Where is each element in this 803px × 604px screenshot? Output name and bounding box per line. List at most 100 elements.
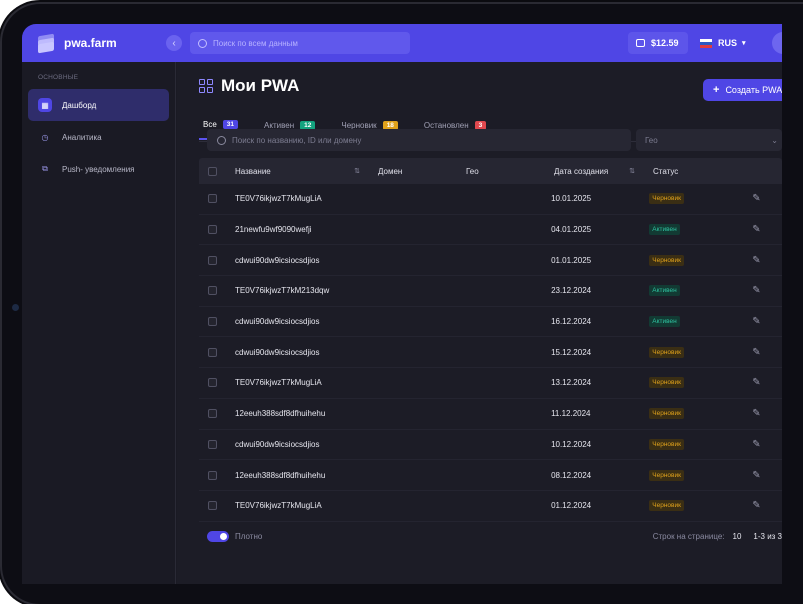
row-checkbox[interactable] [208, 286, 217, 296]
status-badge: Черновик [649, 377, 684, 389]
language-label: RUS [718, 38, 738, 48]
table-row[interactable]: TE0V76ikjwzT7kMugLiA 01.12.2024 Черновик ✎ [199, 491, 782, 522]
table-row[interactable]: cdwui90dw9icsiocsdjios 15.12.2024 Черновик… [199, 337, 782, 369]
pwa-name: cdwui90dw9icsiocsdjios [235, 439, 320, 449]
table-row[interactable]: 21newfu9wf9090wefji 04.01.2025 Активен ✎ [199, 215, 782, 246]
pwa-name: cdwui90dw9icsiocsdjios [235, 255, 320, 265]
column-label: Домен [378, 166, 403, 176]
pwa-search-input[interactable]: Поиск по названию, ID или домену [207, 129, 631, 151]
sidebar-item-analytics[interactable]: ◷ Аналитика [28, 121, 169, 153]
pwa-name: TE0V76ikjwzT7kMugLiA [235, 194, 322, 204]
status-badge: Черновик [649, 469, 684, 481]
select-all-checkbox[interactable] [208, 166, 217, 176]
dashboard-icon: ▦ [38, 98, 52, 112]
geo-select[interactable]: Гео ⌄ [636, 129, 782, 151]
pwa-created-date: 01.12.2024 [551, 501, 592, 511]
edit-icon[interactable]: ✎ [752, 347, 782, 358]
status-badge: Черновик [649, 254, 684, 266]
pwa-created-date: 10.01.2025 [551, 194, 592, 204]
row-checkbox[interactable] [208, 378, 217, 388]
camera [12, 304, 19, 311]
table-row[interactable]: 12eeuh388sdf8dfhuihehu 08.12.2024 Черновик… [199, 460, 782, 491]
row-checkbox[interactable] [208, 501, 217, 511]
pwa-created-date: 16.12.2024 [551, 317, 592, 327]
dense-toggle[interactable] [207, 530, 229, 542]
table-row[interactable]: cdwui90dw9icsiocsdjios 16.12.2024 Активен ✎ [199, 307, 782, 338]
create-pwa-label: Создать PWA [725, 85, 782, 95]
edit-icon[interactable]: ✎ [752, 316, 782, 327]
rows-per-page-label: Строк на странице: [652, 531, 725, 541]
sidebar-item-label: Push- уведомления [62, 164, 135, 174]
sidebar-item-push[interactable]: ⧉ Push- уведомления [28, 153, 169, 185]
edit-icon[interactable]: ✎ [752, 500, 782, 511]
tab-count-badge: 31 [222, 119, 239, 129]
edit-icon[interactable]: ✎ [752, 224, 782, 235]
page-title: Мои PWA [221, 76, 300, 95]
logo[interactable]: pwa.farm [36, 33, 164, 54]
rows-per-page-select[interactable]: 10 [733, 532, 742, 541]
sort-icon: ⇅ [629, 168, 635, 175]
pwa-name: cdwui90dw9icsiocsdjios [235, 317, 320, 327]
column-date[interactable]: Дата создания ⇅ [554, 167, 653, 176]
pwa-table: Название ⇅ Домен Гео Дата создания ⇅ Стату… [199, 158, 782, 522]
plus-icon: + [713, 84, 720, 96]
table-footer: Плотно Строк на странице: 10 1-3 из 3 [199, 526, 782, 546]
pwa-name: TE0V76ikjwzT7kMugLiA [235, 378, 322, 388]
pwa-created-date: 11.12.2024 [551, 409, 591, 419]
russia-flag-icon [700, 38, 712, 48]
sidebar-section-label: ОСНОВНЫЕ [38, 74, 79, 81]
pwa-created-date: 10.12.2024 [551, 439, 592, 449]
row-checkbox[interactable] [208, 317, 217, 327]
row-checkbox[interactable] [208, 255, 217, 265]
pwa-created-date: 08.12.2024 [551, 470, 592, 480]
balance-button[interactable]: $12.59 [628, 32, 688, 54]
global-search-placeholder: Поиск по всем данным [213, 38, 298, 48]
chevron-left-icon: ‹ [172, 37, 176, 49]
row-checkbox[interactable] [208, 470, 217, 480]
table-header: Название ⇅ Домен Гео Дата создания ⇅ Стату… [199, 158, 782, 184]
status-badge: Активен [649, 285, 680, 297]
sidebar: ОСНОВНЫЕ ▦ Дашборд ◷ Аналитика ⧉ Push- у… [22, 62, 176, 584]
status-cell: Черновик [649, 438, 752, 450]
sidebar-item-label: Аналитика [62, 132, 102, 142]
column-geo: Гео [466, 167, 554, 176]
row-checkbox[interactable] [208, 225, 217, 235]
status-cell: Активен [649, 316, 752, 328]
edit-icon[interactable]: ✎ [752, 408, 782, 419]
wallet-icon [636, 39, 645, 47]
edit-icon[interactable]: ✎ [752, 193, 782, 204]
sidebar-item-dashboard[interactable]: ▦ Дашборд [28, 89, 169, 121]
table-row[interactable]: 12eeuh388sdf8dfhuihehu 11.12.2024 Черновик… [199, 399, 782, 430]
avatar[interactable] [772, 32, 782, 54]
edit-icon[interactable]: ✎ [752, 470, 782, 481]
status-cell: Черновик [649, 469, 752, 481]
create-pwa-button[interactable]: + Создать PWA [703, 79, 782, 101]
table-row[interactable]: cdwui90dw9icsiocsdjios 01.01.2025 Черновик… [199, 245, 782, 277]
table-row[interactable]: cdwui90dw9icsiocsdjios 10.12.2024 Черновик… [199, 430, 782, 461]
collapse-sidebar-button[interactable]: ‹ [166, 35, 182, 51]
edit-icon[interactable]: ✎ [752, 439, 782, 450]
table-row[interactable]: TE0V76ikjwzT7kM213dqw 23.12.2024 Активен ✎ [199, 276, 782, 307]
edit-icon[interactable]: ✎ [752, 285, 782, 296]
pwa-name: TE0V76ikjwzT7kM213dqw [235, 286, 330, 296]
edit-icon[interactable]: ✎ [752, 377, 782, 388]
pwa-name: TE0V76ikjwzT7kMugLiA [235, 501, 322, 511]
status-badge: Черновик [649, 408, 684, 420]
row-checkbox[interactable] [208, 409, 217, 419]
push-notifications-icon: ⧉ [42, 164, 48, 173]
language-selector[interactable]: RUS ▾ [700, 32, 760, 54]
global-search-input[interactable]: Поиск по всем данным [190, 32, 410, 54]
apps-grid-icon [199, 79, 213, 93]
row-checkbox[interactable] [208, 347, 217, 357]
row-checkbox[interactable] [208, 194, 217, 204]
table-row[interactable]: TE0V76ikjwzT7kMugLiA 10.01.2025 Черновик ✎ [199, 184, 782, 215]
column-name[interactable]: Название ⇅ [235, 167, 378, 176]
status-cell: Черновик [649, 500, 752, 512]
edit-icon[interactable]: ✎ [752, 255, 782, 266]
status-badge: Активен [649, 316, 680, 328]
table-row[interactable]: TE0V76ikjwzT7kMugLiA 13.12.2024 Черновик ✎ [199, 368, 782, 399]
pwa-name: 12eeuh388sdf8dfhuihehu [235, 470, 326, 480]
row-checkbox[interactable] [208, 439, 217, 449]
pwa-search-placeholder: Поиск по названию, ID или домену [232, 135, 362, 145]
column-status: Статус [653, 167, 757, 176]
